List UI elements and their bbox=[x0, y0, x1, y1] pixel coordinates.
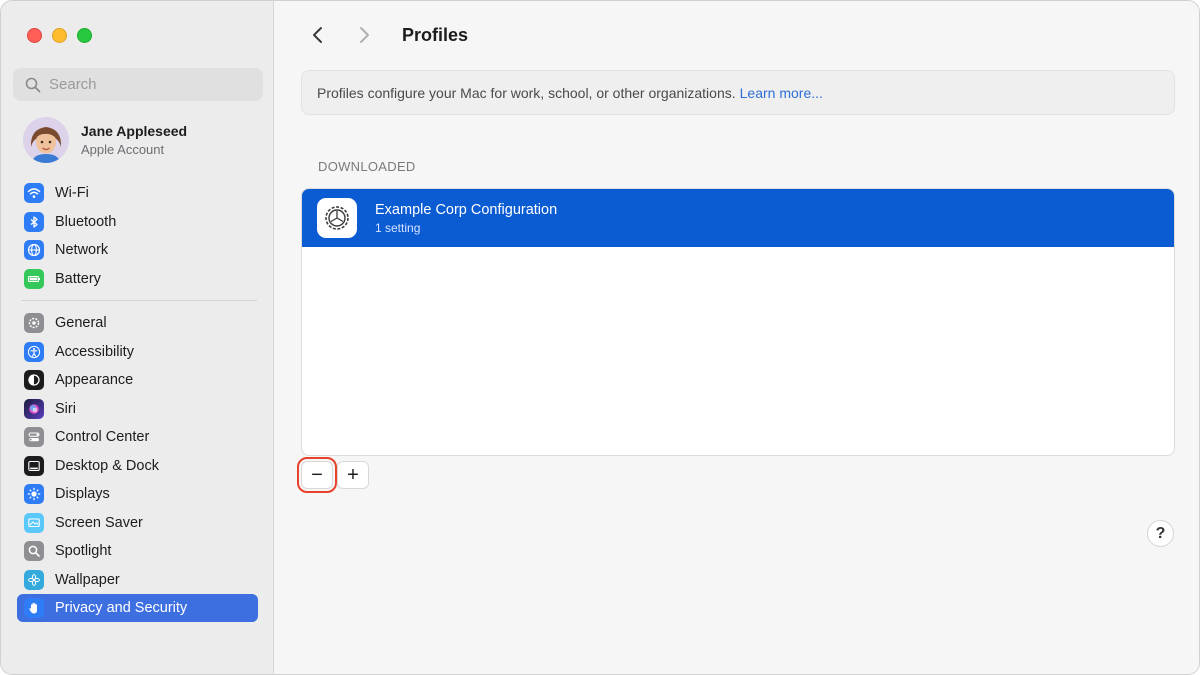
minimize-window-button[interactable] bbox=[52, 28, 67, 43]
globe-icon bbox=[24, 240, 44, 261]
window-controls bbox=[27, 28, 92, 43]
battery-icon bbox=[24, 268, 44, 289]
siri-icon bbox=[24, 398, 44, 419]
accessibility-icon bbox=[24, 341, 44, 362]
sidebar-item-label: Appearance bbox=[55, 372, 134, 389]
sidebar-item-wallpaper[interactable]: Wallpaper bbox=[17, 566, 258, 595]
chevron-left-icon bbox=[313, 27, 322, 43]
wifi-icon bbox=[24, 183, 44, 204]
sidebar-item-label: Desktop & Dock bbox=[55, 457, 159, 474]
back-button[interactable] bbox=[302, 19, 334, 51]
sidebar-item-label: Spotlight bbox=[55, 543, 112, 560]
avatar bbox=[23, 117, 69, 163]
learn-more-link[interactable]: Learn more... bbox=[740, 85, 823, 101]
remove-profile-button[interactable]: − bbox=[297, 457, 337, 493]
search-field[interactable] bbox=[13, 68, 263, 101]
sidebar-item-displays[interactable]: Displays bbox=[17, 480, 258, 509]
sidebar-item-bluetooth[interactable]: Bluetooth bbox=[17, 208, 258, 237]
account-subtitle: Apple Account bbox=[81, 142, 165, 157]
profiles-list: Example Corp Configuration 1 setting bbox=[301, 188, 1175, 456]
main-pane: Profiles Profiles configure your Mac for… bbox=[274, 1, 1199, 674]
sidebar-item-label: Screen Saver bbox=[55, 514, 143, 531]
account-item[interactable]: Jane Appleseed Apple Account bbox=[23, 117, 187, 163]
sidebar-item-control-center[interactable]: Control Center bbox=[17, 423, 258, 452]
sidebar-item-appearance[interactable]: Appearance bbox=[17, 366, 258, 395]
sidebar-item-label: Network bbox=[55, 242, 109, 259]
chevron-right-icon bbox=[360, 27, 369, 43]
sidebar-item-label: Wallpaper bbox=[55, 571, 120, 588]
bluetooth-icon bbox=[24, 211, 44, 232]
sidebar-item-label: Bluetooth bbox=[55, 213, 117, 230]
settings-gear-icon bbox=[317, 198, 357, 238]
magnifier-icon bbox=[24, 541, 44, 562]
sidebar-item-desktop-dock[interactable]: Desktop & Dock bbox=[17, 452, 258, 481]
list-buttons: − + bbox=[297, 457, 369, 493]
appearance-icon bbox=[24, 370, 44, 391]
zoom-window-button[interactable] bbox=[77, 28, 92, 43]
sidebar-item-siri[interactable]: Siri bbox=[17, 395, 258, 424]
sidebar-item-label: Privacy and Security bbox=[55, 600, 188, 616]
sun-icon bbox=[24, 484, 44, 505]
sidebar-item-privacy-security[interactable]: Privacy and Security bbox=[17, 594, 258, 622]
account-name: Jane Appleseed bbox=[81, 123, 188, 139]
profile-title: Example Corp Configuration bbox=[375, 201, 558, 218]
sidebar-group-connectivity: Wi-Fi Bluetooth Network Battery bbox=[17, 179, 258, 293]
search-icon bbox=[25, 77, 41, 92]
close-window-button[interactable] bbox=[27, 28, 42, 43]
search-input[interactable] bbox=[49, 76, 239, 93]
hand-icon bbox=[24, 598, 44, 618]
sidebar-item-label: Displays bbox=[55, 486, 110, 503]
gear-icon bbox=[24, 313, 44, 334]
sidebar-item-label: Wi-Fi bbox=[55, 185, 89, 202]
control-center-icon bbox=[24, 427, 44, 448]
sidebar-item-general[interactable]: General bbox=[17, 309, 258, 338]
sidebar-item-battery[interactable]: Battery bbox=[17, 265, 258, 294]
sidebar-item-label: General bbox=[55, 315, 107, 332]
dock-icon bbox=[24, 455, 44, 476]
sidebar-item-accessibility[interactable]: Accessibility bbox=[17, 338, 258, 367]
flower-icon bbox=[24, 569, 44, 590]
section-label-downloaded: DOWNLOADED bbox=[318, 159, 416, 174]
sidebar-item-label: Battery bbox=[55, 270, 101, 287]
sidebar-item-wifi[interactable]: Wi-Fi bbox=[17, 179, 258, 208]
sidebar-item-screen-saver[interactable]: Screen Saver bbox=[17, 509, 258, 538]
sidebar-item-label: Siri bbox=[55, 400, 76, 417]
profile-row[interactable]: Example Corp Configuration 1 setting bbox=[302, 189, 1174, 247]
add-profile-button[interactable]: + bbox=[337, 461, 369, 489]
settings-window: Jane Appleseed Apple Account Wi-Fi Bluet… bbox=[0, 0, 1200, 675]
toolbar: Profiles bbox=[302, 19, 468, 51]
profile-subtitle: 1 setting bbox=[375, 220, 421, 235]
sidebar-item-label: Control Center bbox=[55, 429, 150, 446]
sidebar-item-label: Accessibility bbox=[55, 343, 134, 360]
sidebar-item-network[interactable]: Network bbox=[17, 236, 258, 265]
sidebar-item-spotlight[interactable]: Spotlight bbox=[17, 537, 258, 566]
help-button[interactable]: ? bbox=[1147, 520, 1174, 547]
page-title: Profiles bbox=[402, 24, 469, 45]
info-text: Profiles configure your Mac for work, sc… bbox=[317, 84, 736, 101]
sidebar: Jane Appleseed Apple Account Wi-Fi Bluet… bbox=[1, 1, 274, 674]
info-banner: Profiles configure your Mac for work, sc… bbox=[301, 70, 1175, 115]
screen-saver-icon bbox=[24, 512, 44, 533]
sidebar-divider bbox=[21, 300, 257, 301]
sidebar-group-system: General Accessibility Appearance Siri Co… bbox=[17, 309, 258, 622]
forward-button[interactable] bbox=[348, 19, 380, 51]
